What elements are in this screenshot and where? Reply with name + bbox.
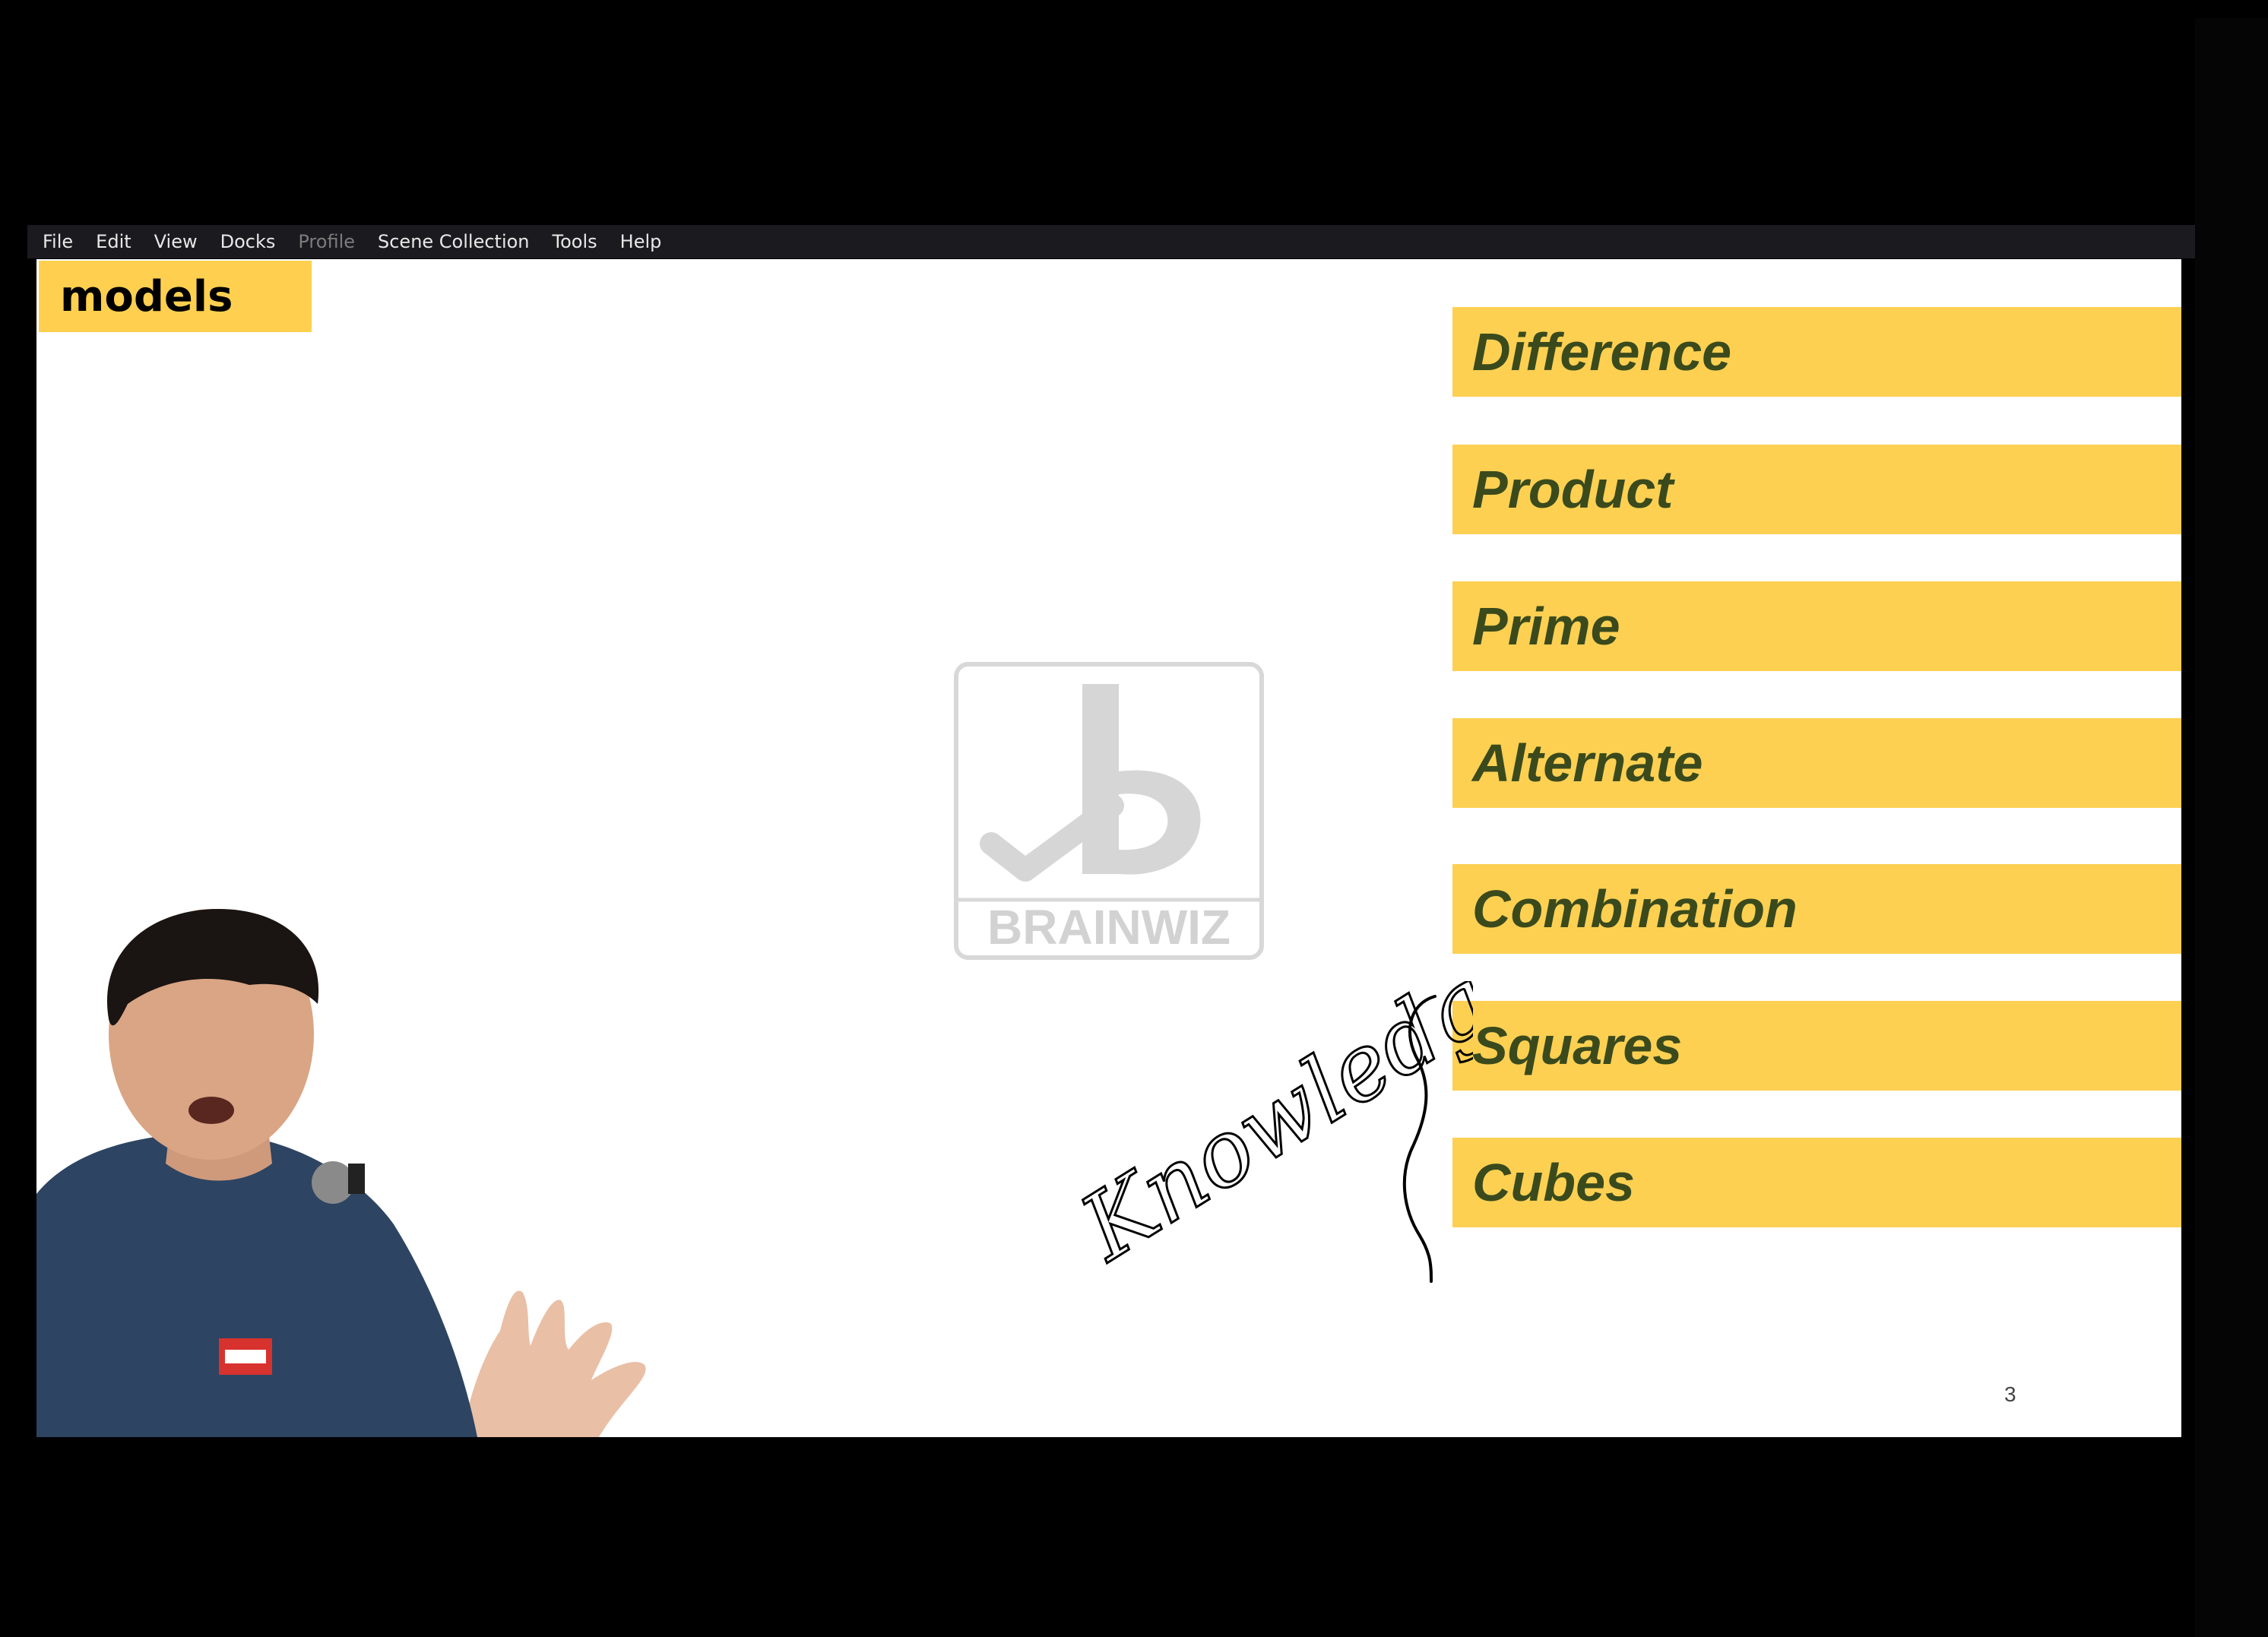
- list-item-label: Product: [1472, 460, 1674, 519]
- list-item-combination: Combination: [1452, 864, 2181, 954]
- menu-file[interactable]: File: [43, 231, 73, 252]
- watermark-text: BRAINWIZ: [987, 900, 1231, 955]
- menu-scene-collection-label: Scene Collection: [378, 231, 530, 252]
- menu-file-label: File: [43, 231, 74, 252]
- menu-view-label: View: [154, 231, 198, 252]
- menu-help[interactable]: Help: [620, 231, 662, 252]
- menu-docks-label: Docks: [220, 231, 276, 252]
- list-item-label: Difference: [1472, 322, 1732, 382]
- list-item-product: Product: [1452, 445, 2181, 534]
- slide-title: models: [60, 271, 233, 321]
- menu-tools-label: Tools: [552, 231, 597, 252]
- list-item-cubes: Cubes: [1452, 1138, 2181, 1227]
- right-gutter: [2195, 18, 2268, 1637]
- presenter-video-overlay: [36, 909, 646, 1437]
- list-item-squares: Squares: [1452, 1001, 2181, 1091]
- menu-docks[interactable]: Docks: [220, 231, 276, 252]
- list-item-label: Prime: [1472, 597, 1620, 656]
- menu-bar: File Edit View Docks Profile Scene Colle…: [27, 225, 2195, 258]
- list-item-label: Combination: [1472, 879, 1798, 939]
- screen: File Edit View Docks Profile Scene Colle…: [0, 0, 2268, 1637]
- menu-profile[interactable]: Profile: [298, 231, 355, 252]
- menu-edit-label: Edit: [96, 231, 131, 252]
- menu-tools[interactable]: Tools: [553, 231, 597, 252]
- list-item-label: Cubes: [1472, 1153, 1635, 1212]
- handwritten-annotation: Knowledge: [1062, 981, 1473, 1283]
- menu-scene-collection[interactable]: Scene Collection: [378, 231, 530, 252]
- slide-canvas: models BRAINWIZ Difference Product Prime…: [36, 259, 2181, 1437]
- menu-help-label: Help: [619, 231, 662, 252]
- list-item-label: Alternate: [1472, 733, 1703, 793]
- list-item-label: Squares: [1472, 1016, 1683, 1075]
- menu-edit[interactable]: Edit: [96, 231, 131, 252]
- page-number: 3: [2004, 1382, 2016, 1406]
- brainwiz-logo-watermark: BRAINWIZ: [954, 662, 1264, 960]
- menu-profile-label: Profile: [298, 231, 355, 252]
- list-item-alternate: Alternate: [1452, 718, 2181, 808]
- menu-view[interactable]: View: [154, 231, 198, 252]
- list-item-difference: Difference: [1452, 307, 2181, 397]
- slide-title-box: models: [39, 261, 312, 332]
- list-item-prime: Prime: [1452, 581, 2181, 671]
